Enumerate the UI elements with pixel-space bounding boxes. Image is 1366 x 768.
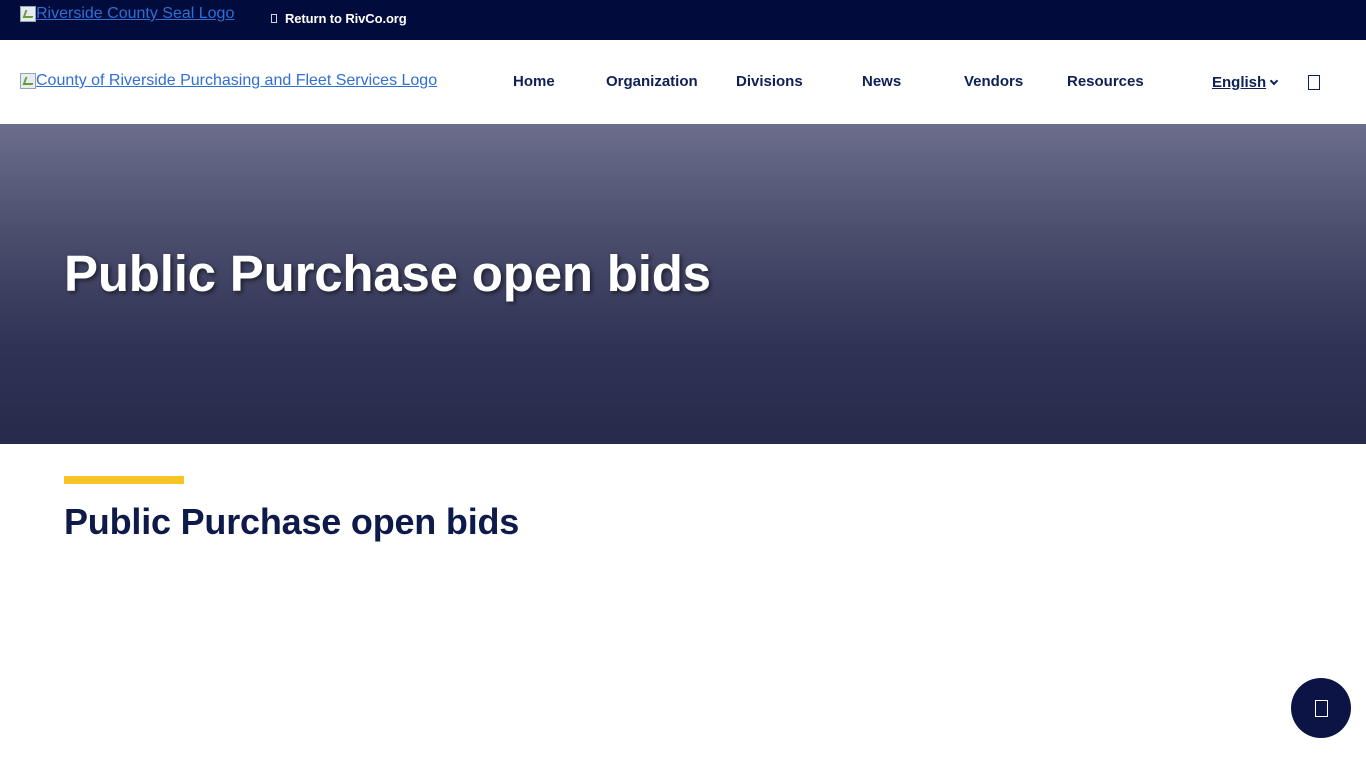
hero-banner: Public Purchase open bids (0, 124, 1366, 444)
nav-item-organization[interactable]: Organization (606, 73, 698, 90)
site-header: County of Riverside Purchasing and Fleet… (0, 40, 1366, 124)
language-label: English (1212, 74, 1267, 91)
nav-item-vendors[interactable]: Vendors (964, 73, 1023, 90)
seal-logo-alt-text: Riverside County Seal Logo (36, 5, 235, 22)
broken-image-icon (20, 73, 36, 89)
language-selector[interactable]: English (1212, 74, 1279, 91)
main-logo-alt-text: County of Riverside Purchasing and Fleet… (36, 72, 438, 89)
top-utility-bar: Riverside County Seal Logo Return to Riv… (0, 0, 1366, 40)
return-link-label: Return to RivCo.org (285, 11, 407, 26)
heading-accent-bar (64, 476, 184, 484)
search-icon[interactable] (1308, 75, 1320, 90)
nav-item-resources[interactable]: Resources (1067, 73, 1144, 90)
nav-item-home[interactable]: Home (513, 73, 555, 90)
purchasing-fleet-services-logo[interactable]: County of Riverside Purchasing and Fleet… (20, 71, 437, 91)
nav-item-divisions[interactable]: Divisions (736, 73, 803, 90)
return-to-rivco-link[interactable]: Return to RivCo.org (271, 11, 407, 26)
hero-title: Public Purchase open bids (64, 245, 711, 302)
nav-item-news[interactable]: News (862, 73, 901, 90)
external-link-icon (271, 14, 277, 23)
chat-icon (1314, 699, 1328, 717)
page-heading: Public Purchase open bids (64, 501, 520, 542)
chat-button[interactable] (1291, 678, 1351, 738)
riverside-county-seal-logo[interactable]: Riverside County Seal Logo (20, 4, 234, 24)
broken-image-icon (20, 6, 36, 22)
chevron-down-icon (1269, 76, 1279, 85)
